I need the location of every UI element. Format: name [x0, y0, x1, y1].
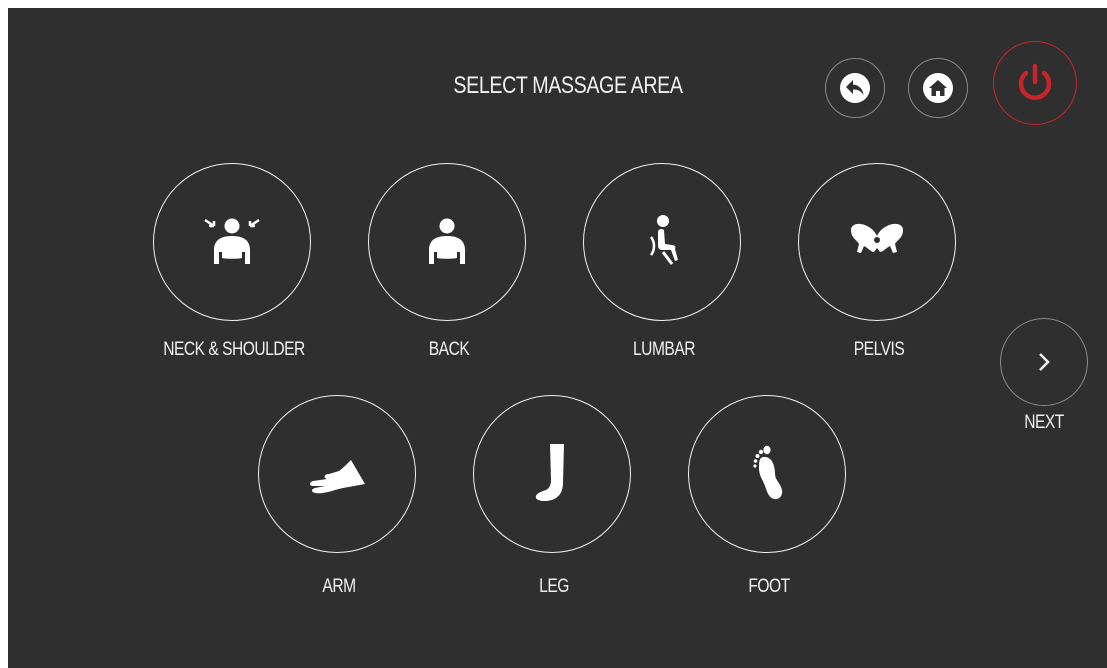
- next-button[interactable]: [1000, 318, 1088, 406]
- back-area-label: BACK: [428, 339, 470, 360]
- leg-icon: [535, 444, 564, 501]
- power-button[interactable]: [993, 41, 1077, 125]
- chevron-right-icon: [1039, 353, 1050, 371]
- leg-label: LEG: [539, 576, 569, 597]
- power-icon: [1018, 63, 1052, 100]
- neck-shoulder-icon: [204, 218, 260, 264]
- foot-button[interactable]: [688, 395, 846, 553]
- neck-shoulder-button[interactable]: [153, 163, 311, 321]
- pelvis-button[interactable]: [798, 163, 956, 321]
- back-area-button[interactable]: [368, 163, 526, 321]
- back-arrow-icon: [840, 73, 870, 103]
- neck-shoulder-label: NECK & SHOULDER: [163, 339, 305, 360]
- lumbar-button[interactable]: [583, 163, 741, 321]
- lumbar-label: LUMBAR: [633, 339, 695, 360]
- lumbar-icon: [649, 215, 678, 265]
- foot-label: FOOT: [748, 576, 790, 597]
- foot-icon: [753, 445, 783, 500]
- back-body-icon: [429, 218, 465, 264]
- leg-button[interactable]: [473, 395, 631, 553]
- arm-button[interactable]: [258, 395, 416, 553]
- massage-screen: SELECT MASSAGE AREA NECK & SHOULDER BACK…: [8, 8, 1107, 668]
- home-icon: [923, 73, 953, 103]
- page-title: SELECT MASSAGE AREA: [453, 72, 683, 99]
- home-button[interactable]: [908, 58, 968, 118]
- arm-icon: [310, 460, 365, 494]
- next-label: NEXT: [1024, 412, 1064, 433]
- arm-label: ARM: [322, 576, 356, 597]
- back-button[interactable]: [825, 58, 885, 118]
- pelvis-label: PELVIS: [853, 339, 905, 360]
- pelvis-icon: [851, 223, 903, 253]
